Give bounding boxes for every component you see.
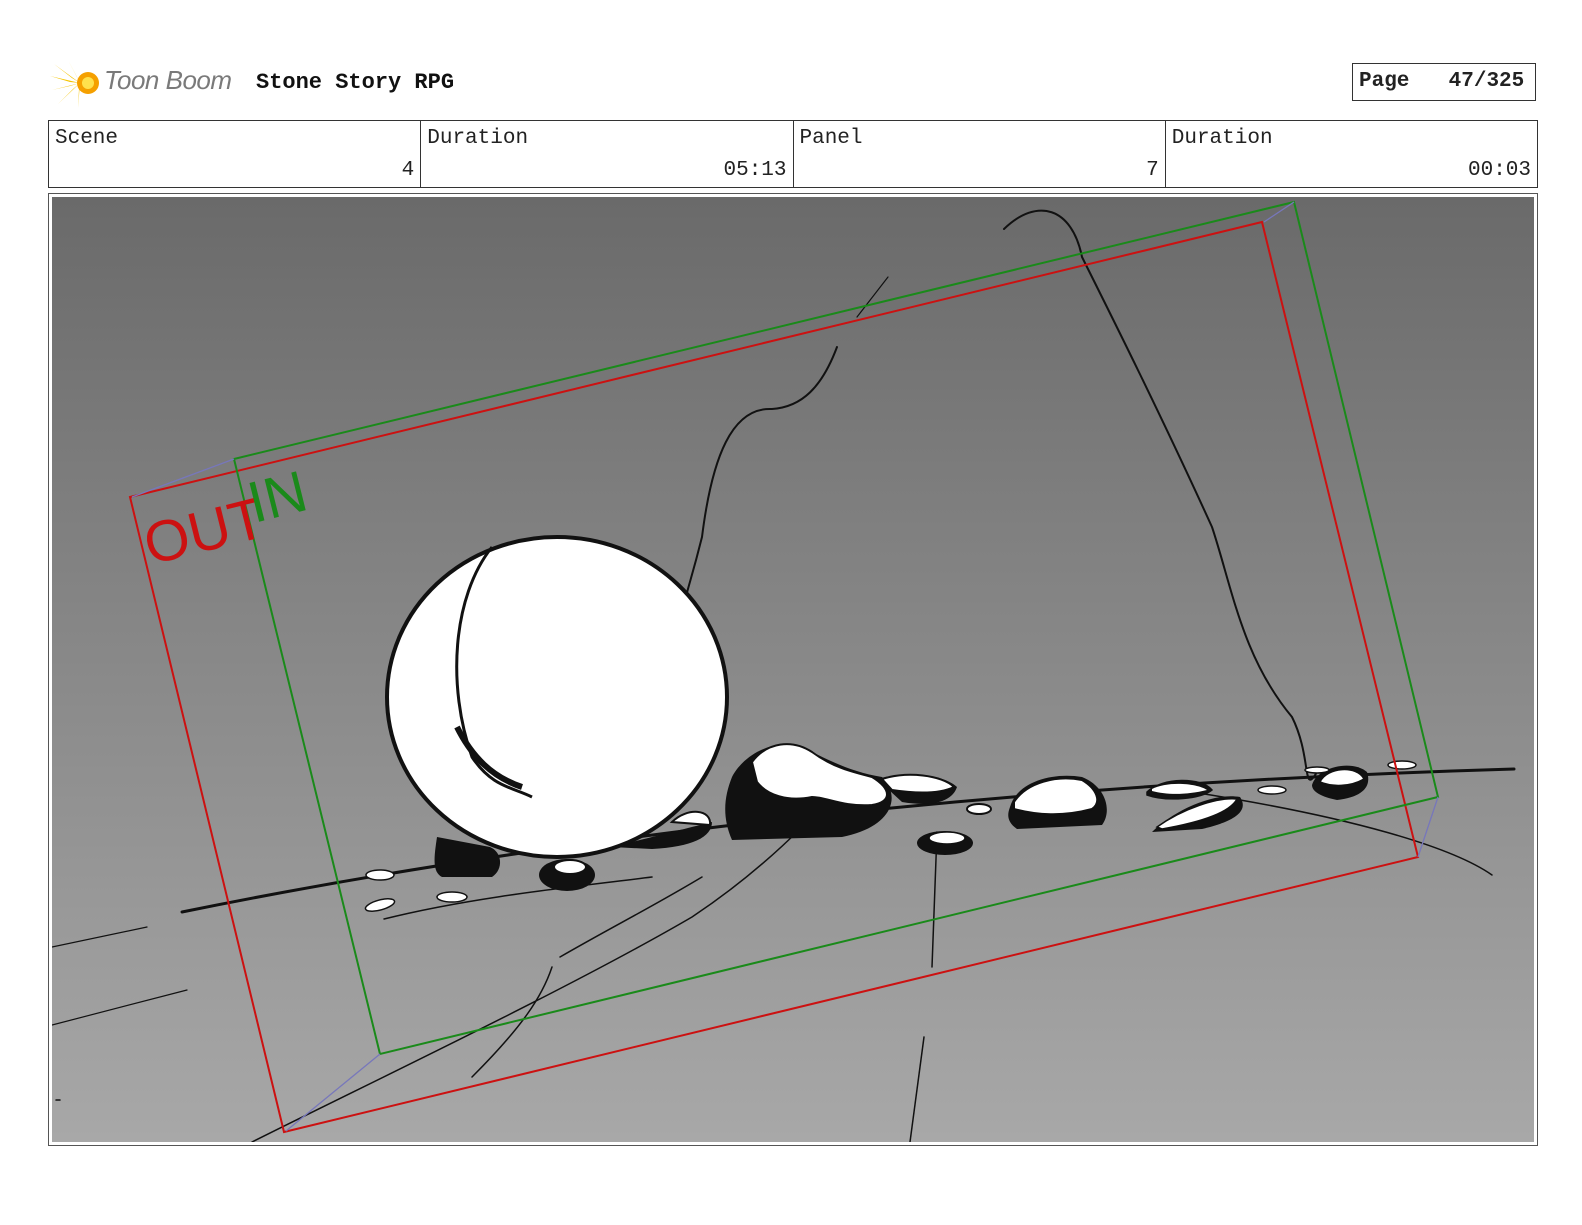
scene-value: 4 [401,159,415,182]
pebble [966,803,992,815]
panel-duration-value: 00:03 [1467,159,1531,182]
panel-value: 7 [1146,159,1159,182]
page-indicator: Page 47/325 [1352,63,1536,101]
scene-duration-label: Duration [427,127,529,150]
big-stone [385,535,729,859]
panel-duration-cell: Duration 00:03 [1166,121,1537,187]
pebble [1257,785,1287,795]
panel-cell: Panel 7 [794,121,1166,187]
page-number: 47/325 [1448,70,1525,93]
scene-label: Scene [55,127,119,150]
starburst-icon [50,60,99,108]
panel-label: Panel [799,127,863,150]
logo-text: Toon Boom [104,65,232,95]
panel-background [52,197,1534,1142]
rock-top [928,831,966,845]
scene-info-table: Scene 4 Duration 05:13 Panel 7 Duration … [48,120,1538,188]
pebble [365,869,395,881]
scene-duration-cell: Duration 05:13 [421,121,794,187]
storyboard-panel-drawing: OUT IN [52,197,1534,1142]
rock-highlight [553,859,587,875]
pebble [1387,760,1417,770]
project-title: Stone Story RPG [256,70,455,95]
toon-boom-logo: Toon Boom [50,56,240,110]
page-label: Page [1359,70,1410,93]
pebble [436,891,468,903]
scene-duration-value: 05:13 [723,159,787,182]
stone-body [385,535,729,859]
panel-duration-label: Duration [1171,127,1273,150]
scene-cell: Scene 4 [49,121,422,187]
pebble [1304,766,1330,774]
